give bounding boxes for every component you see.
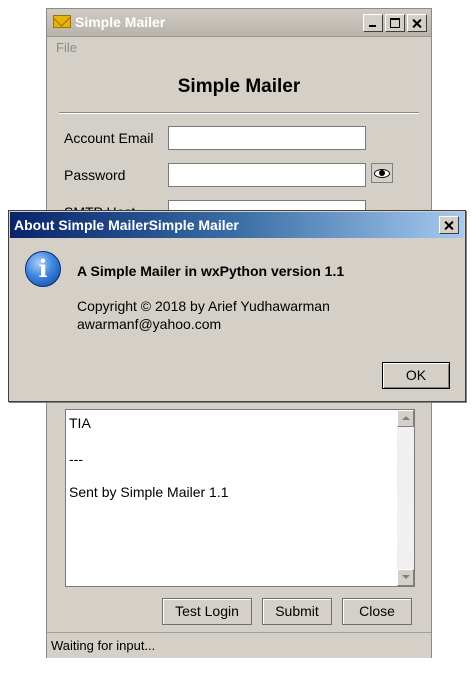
show-password-eye-icon[interactable] [371, 163, 393, 183]
message-textarea[interactable]: TIA --- Sent by Simple Mailer 1.1 [65, 409, 415, 587]
maximize-button[interactable] [385, 14, 405, 32]
scroll-up-icon[interactable] [397, 410, 414, 427]
status-bar: Waiting for input... [47, 632, 431, 658]
copyright-text: Copyright © 2018 by Arief Yudhawarman [77, 298, 330, 314]
close-window-button[interactable] [407, 14, 427, 32]
message-line: --- [69, 451, 83, 467]
envelope-icon [53, 15, 71, 28]
menu-bar: File [47, 36, 431, 56]
submit-button[interactable]: Submit [262, 598, 332, 625]
account-email-field[interactable] [168, 126, 366, 150]
dialog-titlebar[interactable]: About Simple MailerSimple Mailer [10, 212, 464, 238]
page-title: Simple Mailer [177, 76, 301, 97]
menu-file[interactable]: File [56, 40, 77, 55]
window-title: Simple Mailer [75, 14, 166, 30]
dialog-heading: A Simple Mailer in wxPython version 1.1 [77, 263, 345, 279]
close-button[interactable]: Close [342, 598, 412, 625]
author-email: awarmanf@yahoo.com [77, 316, 222, 332]
message-line: Sent by Simple Mailer 1.1 [69, 484, 229, 500]
password-field[interactable] [168, 163, 366, 187]
ok-button[interactable]: OK [382, 362, 450, 389]
main-titlebar[interactable]: Simple Mailer [47, 9, 431, 37]
minimize-button[interactable] [363, 14, 383, 32]
status-text: Waiting for input... [51, 638, 156, 653]
vertical-scrollbar[interactable] [397, 410, 414, 586]
message-line: TIA [69, 415, 91, 431]
info-icon: i [25, 251, 61, 287]
test-login-button[interactable]: Test Login [162, 598, 252, 625]
dialog-title: About Simple MailerSimple Mailer [14, 217, 239, 233]
password-label: Password [64, 167, 126, 183]
header-separator [59, 112, 419, 114]
about-dialog: About Simple MailerSimple Mailer i A Sim… [8, 210, 466, 402]
dialog-close-button[interactable] [439, 216, 459, 234]
account-email-label: Account Email [64, 130, 154, 146]
scroll-down-icon[interactable] [397, 569, 414, 586]
